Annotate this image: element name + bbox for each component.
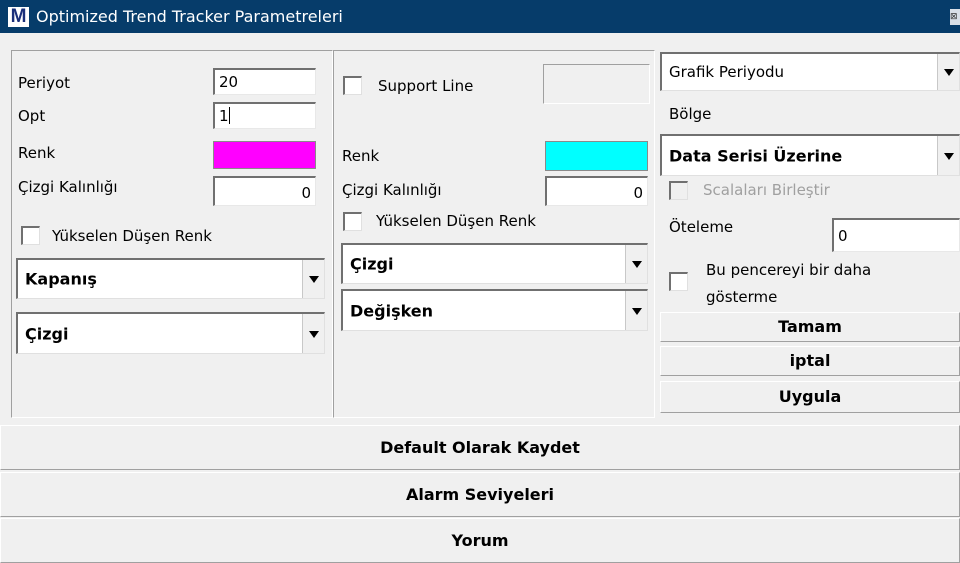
renk-label: Renk	[18, 144, 56, 162]
bolge-label: Bölge	[669, 105, 712, 123]
support-color-swatch[interactable]	[545, 141, 648, 171]
comment-button[interactable]: Yorum	[0, 518, 960, 563]
support-line-checkbox[interactable]	[343, 76, 362, 95]
show-again-label-line1: Bu pencereyi bir daha	[706, 261, 872, 279]
bolge-combo[interactable]: Data Serisi Üzerine	[660, 134, 960, 176]
support-line-preview	[543, 64, 650, 104]
yukselen-label: Yükselen Düşen Renk	[52, 227, 212, 245]
support-type-combo-value: Değişken	[350, 301, 434, 320]
periyot-input[interactable]: 20	[213, 68, 316, 95]
source-combo[interactable]: Kapanış	[16, 258, 325, 299]
close-icon[interactable]: ⊠	[950, 9, 960, 25]
yukselen2-checkbox[interactable]	[343, 212, 362, 231]
kalinlik-label: Çizgi Kalınlığı	[18, 178, 118, 196]
chevron-down-icon[interactable]	[302, 260, 324, 298]
support-line-label: Support Line	[378, 77, 474, 95]
support-style-combo[interactable]: Çizgi	[341, 243, 648, 284]
support-style-combo-value: Çizgi	[350, 254, 394, 274]
renk2-label: Renk	[342, 147, 380, 165]
alarm-levels-button[interactable]: Alarm Seviyeleri	[0, 472, 960, 517]
show-again-checkbox[interactable]	[669, 272, 688, 291]
support-line-panel	[333, 50, 655, 418]
periyot-label: Periyot	[18, 74, 71, 92]
chevron-down-icon[interactable]	[937, 54, 959, 90]
bolge-combo-value: Data Serisi Üzerine	[669, 146, 843, 165]
chevron-down-icon[interactable]	[302, 314, 324, 353]
oteleme-input[interactable]: 0	[832, 218, 960, 252]
opt-input[interactable]: 1	[213, 102, 316, 129]
source-combo-value: Kapanış	[25, 269, 97, 289]
period-combo-value: Grafik Periyodu	[669, 63, 785, 81]
chevron-down-icon[interactable]	[625, 245, 647, 283]
line-style-combo[interactable]: Çizgi	[16, 312, 325, 354]
oteleme-label: Öteleme	[669, 218, 734, 236]
iptal-button[interactable]: iptal	[660, 346, 960, 376]
yukselen2-label: Yükselen Düşen Renk	[376, 212, 536, 230]
scala-checkbox[interactable]	[669, 181, 688, 200]
period-combo[interactable]: Grafik Periyodu	[660, 52, 960, 91]
line-color-swatch[interactable]	[213, 141, 316, 169]
chevron-down-icon[interactable]	[937, 136, 959, 175]
show-again-label-line2: gösterme	[706, 288, 778, 306]
window-title: Optimized Trend Tracker Parametreleri	[36, 7, 343, 26]
kalinlik2-input[interactable]: 0	[545, 176, 648, 206]
scala-label: Scalaları Birleştir	[703, 181, 830, 199]
opt-value: 1	[219, 107, 229, 125]
chevron-down-icon[interactable]	[625, 291, 647, 330]
app-logo-icon: M	[8, 7, 29, 27]
kalinlik-input[interactable]: 0	[213, 176, 316, 206]
support-type-combo[interactable]: Değişken	[341, 289, 648, 331]
uygula-button[interactable]: Uygula	[660, 381, 960, 413]
title-bar: M Optimized Trend Tracker Parametreleri …	[0, 0, 960, 33]
text-cursor	[228, 107, 230, 124]
opt-label: Opt	[18, 107, 46, 125]
yukselen-checkbox[interactable]	[21, 226, 40, 245]
kalinlik2-label: Çizgi Kalınlığı	[342, 181, 442, 199]
line-style-combo-value: Çizgi	[25, 324, 69, 343]
default-save-button[interactable]: Default Olarak Kaydet	[0, 425, 960, 470]
tamam-button[interactable]: Tamam	[660, 312, 960, 342]
